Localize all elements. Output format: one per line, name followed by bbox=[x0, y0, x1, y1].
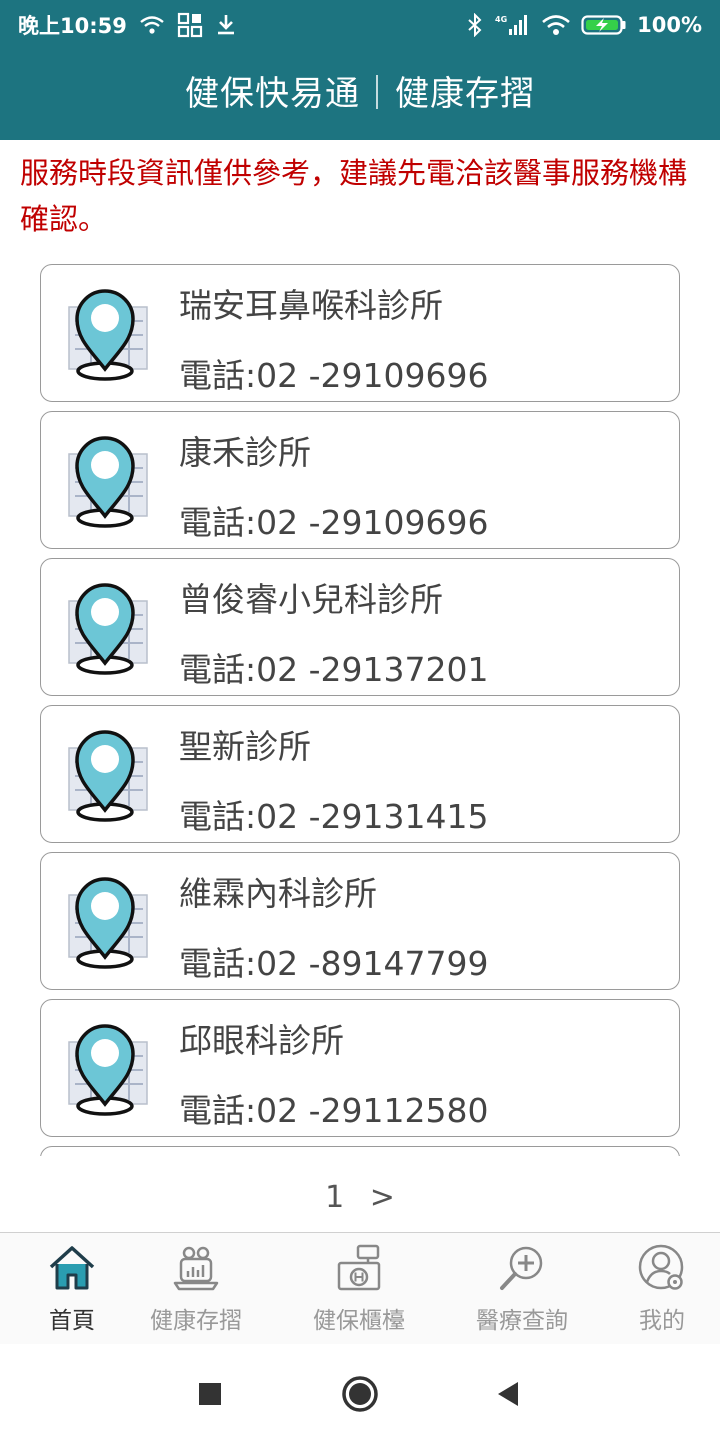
clinic-name: 聖新診所 bbox=[179, 727, 311, 766]
bottom-tab-bar: 首頁 健康存摺 健保櫃檯 醫療查詢 我的 bbox=[0, 1232, 720, 1344]
tab-label: 我的 bbox=[639, 1308, 685, 1334]
map-pin-icon bbox=[68, 877, 148, 969]
clinic-phone: 電話:02 -29137201 bbox=[179, 650, 489, 689]
recent-apps-icon[interactable] bbox=[188, 1372, 232, 1416]
clinic-card[interactable]: 邱眼科診所 電話:02 -29112580 bbox=[40, 999, 680, 1137]
tab-medical-search[interactable]: 醫療查詢 bbox=[450, 1233, 594, 1345]
clinic-card-partial[interactable] bbox=[40, 1146, 680, 1156]
svg-text:4G: 4G bbox=[495, 15, 507, 24]
status-time: 晚上10:59 bbox=[18, 14, 127, 38]
health-record-icon bbox=[173, 1246, 219, 1291]
next-page-button[interactable]: > bbox=[370, 1180, 395, 1215]
profile-icon bbox=[638, 1244, 684, 1290]
clinic-card[interactable]: 瑞安耳鼻喉科診所 電話:02 -29109696 bbox=[40, 264, 680, 402]
clinic-phone: 電話:02 -89147799 bbox=[179, 944, 489, 983]
clinic-phone: 電話:02 -29109696 bbox=[179, 503, 489, 542]
download-icon bbox=[215, 13, 237, 37]
back-icon[interactable] bbox=[486, 1372, 530, 1416]
wifi-icon bbox=[541, 14, 571, 36]
tab-counter[interactable]: 健保櫃檯 bbox=[287, 1233, 431, 1345]
clinic-card[interactable]: 聖新診所 電話:02 -29131415 bbox=[40, 705, 680, 843]
tab-label: 醫療查詢 bbox=[476, 1308, 568, 1334]
cellular-signal-icon: 4G bbox=[493, 13, 531, 37]
home-button-icon[interactable] bbox=[338, 1372, 382, 1416]
pagination: 1 > bbox=[0, 1180, 720, 1215]
clinic-card[interactable]: 維霖內科診所 電話:02 -89147799 bbox=[40, 852, 680, 990]
map-pin-icon bbox=[68, 436, 148, 528]
clinic-phone: 電話:02 -29131415 bbox=[179, 797, 489, 836]
tab-profile[interactable]: 我的 bbox=[590, 1233, 720, 1345]
clinic-card[interactable]: 曾俊睿小兒科診所 電話:02 -29137201 bbox=[40, 558, 680, 696]
status-bar: 晚上10:59 4G 100% bbox=[0, 0, 720, 50]
clinic-phone: 電話:02 -29112580 bbox=[179, 1091, 489, 1130]
battery-charging-icon bbox=[581, 14, 627, 36]
tab-home[interactable]: 首頁 bbox=[0, 1233, 144, 1345]
tab-label: 健保櫃檯 bbox=[313, 1308, 405, 1334]
app-grid-icon bbox=[177, 12, 203, 38]
battery-percent: 100% bbox=[637, 13, 702, 37]
medical-search-icon bbox=[500, 1246, 543, 1290]
home-icon bbox=[49, 1246, 95, 1290]
map-pin-icon bbox=[68, 583, 148, 675]
bluetooth-icon bbox=[467, 13, 483, 37]
clinic-name: 瑞安耳鼻喉科診所 bbox=[179, 286, 443, 325]
tab-label: 健康存摺 bbox=[150, 1308, 242, 1334]
clinic-name: 維霖內科診所 bbox=[179, 874, 377, 913]
clinic-card[interactable]: 康禾診所 電話:02 -29109696 bbox=[40, 411, 680, 549]
page-number-current[interactable]: 1 bbox=[325, 1180, 344, 1215]
page-title: 健保快易通｜健康存摺 bbox=[185, 74, 535, 114]
clinic-name: 康禾診所 bbox=[179, 433, 311, 472]
clinic-name: 邱眼科診所 bbox=[179, 1021, 344, 1060]
wifi-activity-icon bbox=[139, 15, 165, 35]
app-header: 晚上10:59 4G 100% 健保快易通｜健康存摺 bbox=[0, 0, 720, 140]
map-pin-icon bbox=[68, 289, 148, 381]
tab-health-record[interactable]: 健康存摺 bbox=[124, 1233, 268, 1345]
service-hours-notice: 服務時段資訊僅供參考，建議先電洽該醫事服務機構確認。 bbox=[20, 156, 688, 236]
system-navigation-bar bbox=[0, 1344, 720, 1440]
counter-icon bbox=[337, 1244, 381, 1291]
clinic-phone: 電話:02 -29109696 bbox=[179, 356, 489, 395]
clinic-list: 瑞安耳鼻喉科診所 電話:02 -29109696 康禾診所 電話:02 -291… bbox=[0, 264, 720, 1156]
tab-label: 首頁 bbox=[49, 1308, 95, 1334]
clinic-name: 曾俊睿小兒科診所 bbox=[179, 580, 443, 619]
map-pin-icon bbox=[68, 1024, 148, 1116]
map-pin-icon bbox=[68, 730, 148, 822]
